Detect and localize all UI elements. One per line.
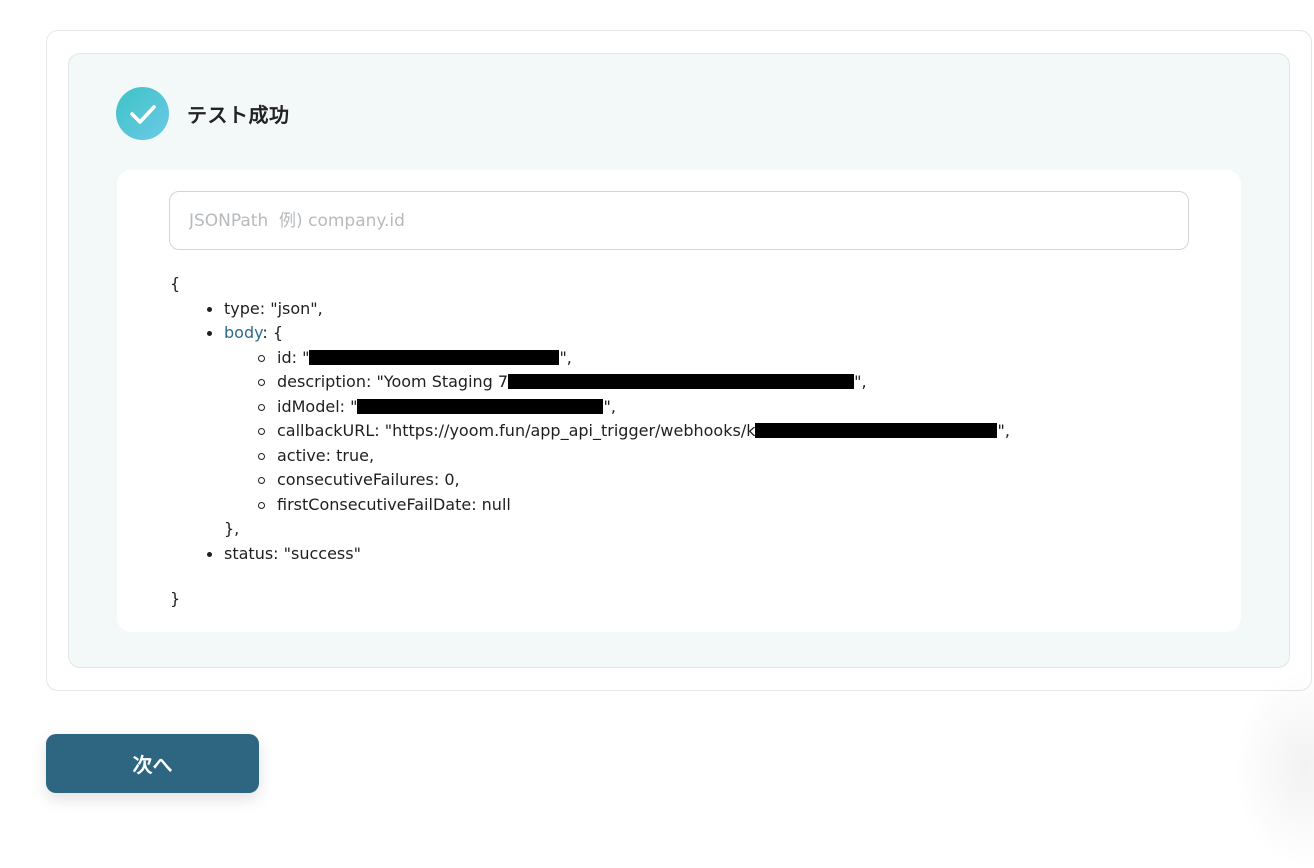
json-item-description: description: "Yoom Staging 7 ",	[224, 370, 1010, 395]
json-root-list: type: "json", body: { id: " ", descriptio…	[170, 297, 1010, 518]
json-body-close: },	[224, 519, 240, 538]
json-item-type: type: "json",	[170, 297, 1010, 322]
json-open-brace: {	[170, 274, 181, 293]
redacted-value	[309, 349, 560, 365]
json-root-list-tail: status: "success"	[170, 542, 1010, 567]
test-success-title: テスト成功	[187, 103, 290, 127]
json-item-first-fail-date: firstConsecutiveFailDate: null	[224, 493, 1010, 518]
redacted-value	[755, 423, 998, 438]
json-item-active: active: true,	[224, 444, 1010, 469]
next-button[interactable]: 次へ	[46, 734, 259, 793]
json-body-list: id: " ", description: "Yoom Staging 7 ", i…	[224, 346, 1010, 518]
json-close-brace: }	[170, 589, 181, 608]
jsonpath-search-input[interactable]	[169, 191, 1189, 250]
json-item-consecutive-failures: consecutiveFailures: 0,	[224, 468, 1010, 493]
json-item-id: id: " ",	[224, 346, 1010, 371]
json-item-body: body: { id: " ", description: "Yoom Stagi…	[170, 321, 1010, 517]
redacted-value	[508, 374, 855, 389]
json-item-idmodel: idModel: " ",	[224, 395, 1010, 420]
json-tree: { type: "json", body: { id: " ", descript…	[170, 272, 1010, 612]
body-key-link[interactable]: body	[224, 323, 262, 342]
redacted-value	[357, 398, 604, 414]
json-item-status: status: "success"	[170, 542, 1010, 567]
check-icon	[116, 87, 169, 140]
json-item-callbackurl: callbackURL: "https://yoom.fun/app_api_t…	[224, 419, 1010, 444]
